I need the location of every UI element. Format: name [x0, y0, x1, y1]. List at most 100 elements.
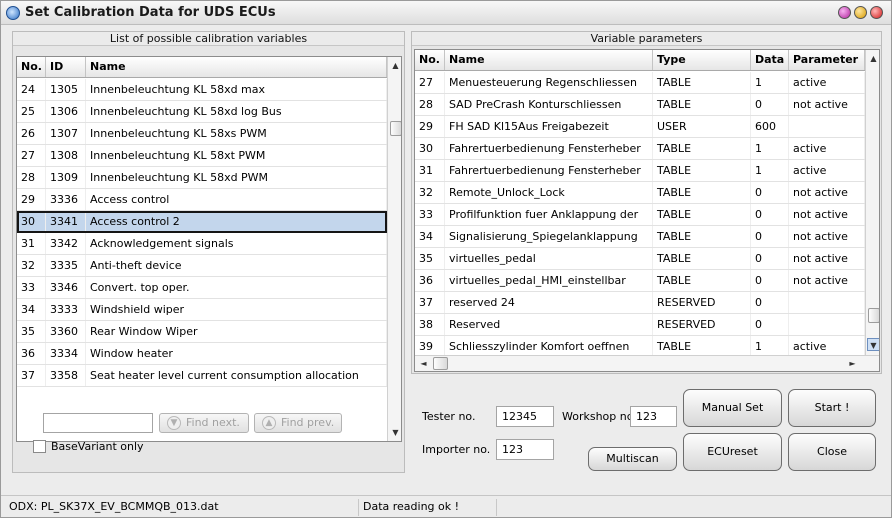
column-header-no[interactable]: No. — [415, 50, 445, 70]
cell-type: TABLE — [653, 160, 751, 181]
horizontal-scrollbar-thumb[interactable] — [433, 357, 448, 370]
base-variant-checkbox[interactable] — [33, 440, 46, 453]
table-row[interactable]: 28 SAD PreCrash Konturschliessen TABLE 0 not… — [415, 94, 865, 116]
cell-name: Innenbeleuchtung KL 58xd PWM — [86, 167, 387, 188]
maximize-button[interactable] — [854, 6, 867, 19]
cell-name: virtuelles_pedal — [445, 248, 653, 269]
scrollbar-thumb[interactable] — [868, 308, 879, 323]
table-row[interactable]: 29 3336 Access control — [17, 189, 387, 211]
cell-no: 31 — [17, 233, 46, 254]
scroll-up-icon[interactable]: ▲ — [389, 59, 401, 72]
cell-no: 30 — [415, 138, 445, 159]
cell-data: 0 — [751, 94, 789, 115]
table-row[interactable]: 24 1305 Innenbeleuchtung KL 58xd max — [17, 79, 387, 101]
cell-type: TABLE — [653, 182, 751, 203]
scrollbar-thumb[interactable] — [390, 121, 401, 136]
cell-no: 27 — [415, 72, 445, 93]
table-row[interactable]: 27 Menuesteuerung Regenschliessen TABLE 1 ac… — [415, 72, 865, 94]
table-row[interactable]: 30 Fahrertuerbedienung Fensterheber TABLE 1… — [415, 138, 865, 160]
cell-type: TABLE — [653, 270, 751, 291]
table-row[interactable]: 31 3342 Acknowledgement signals — [17, 233, 387, 255]
table-row[interactable]: 25 1306 Innenbeleuchtung KL 58xd log Bus — [17, 101, 387, 123]
cell-no: 28 — [17, 167, 46, 188]
table-row[interactable]: 34 3333 Windshield wiper — [17, 299, 387, 321]
cell-id: 3341 — [46, 211, 86, 232]
table-row[interactable]: 32 3335 Anti-theft device — [17, 255, 387, 277]
column-header-parameter[interactable]: Parameter — [789, 50, 865, 70]
start-button[interactable]: Start ! — [788, 389, 876, 427]
table-row[interactable]: 38 Reserved RESERVED 0 — [415, 314, 865, 336]
cell-id: 1307 — [46, 123, 86, 144]
scroll-up-icon[interactable]: ▲ — [867, 52, 879, 65]
column-header-name[interactable]: Name — [86, 57, 387, 77]
variable-parameters-panel: Variable parameters No. Name Type Data P… — [411, 31, 882, 374]
table-row[interactable]: 27 1308 Innenbeleuchtung KL 58xt PWM — [17, 145, 387, 167]
cell-type: TABLE — [653, 72, 751, 93]
cell-no: 32 — [17, 255, 46, 276]
cell-name: Innenbeleuchtung KL 58xd max — [86, 79, 387, 100]
tester-label: Tester no. — [422, 410, 476, 423]
right-vertical-scrollbar[interactable]: ▲ ▼ — [865, 50, 879, 355]
cell-param: active — [789, 160, 865, 181]
manual-set-button[interactable]: Manual Set — [683, 389, 782, 427]
cell-param — [789, 314, 865, 335]
find-next-label: Find next. — [186, 416, 240, 429]
table-row[interactable]: 34 Signalisierung_Spiegelanklappung TABLE 0… — [415, 226, 865, 248]
workshop-input[interactable]: 123 — [630, 406, 677, 427]
column-header-name[interactable]: Name — [445, 50, 653, 70]
column-header-data[interactable]: Data — [751, 50, 789, 70]
title-bar[interactable]: Set Calibration Data for UDS ECUs — [1, 1, 891, 25]
cell-name: Seat heater level current consumption al… — [86, 365, 387, 386]
scroll-down-icon[interactable]: ▼ — [867, 338, 879, 351]
close-button[interactable]: Close — [788, 433, 876, 471]
table-row[interactable]: 29 FH SAD Kl15Aus Freigabezeit USER 600 — [415, 116, 865, 138]
cell-name: Signalisierung_Spiegelanklappung — [445, 226, 653, 247]
cell-id: 3336 — [46, 189, 86, 210]
scroll-down-icon[interactable]: ▼ — [389, 426, 401, 439]
table-row[interactable]: 33 3346 Convert. top oper. — [17, 277, 387, 299]
main-window: Set Calibration Data for UDS ECUs List o… — [0, 0, 892, 518]
table-row[interactable]: 36 3334 Window heater — [17, 343, 387, 365]
ecureset-button[interactable]: ECUreset — [683, 433, 782, 471]
scroll-right-icon[interactable]: ► — [846, 357, 859, 370]
cell-type: TABLE — [653, 138, 751, 159]
base-variant-label: BaseVariant only — [51, 440, 144, 453]
table-row[interactable]: 35 3360 Rear Window Wiper — [17, 321, 387, 343]
cell-no: 25 — [17, 101, 46, 122]
column-header-type[interactable]: Type — [653, 50, 751, 70]
search-input[interactable] — [43, 413, 153, 433]
tester-input[interactable]: 12345 — [496, 406, 554, 427]
calibration-variables-panel: List of possible calibration variables N… — [12, 31, 405, 473]
minimize-button[interactable] — [838, 6, 851, 19]
table-row[interactable]: 33 Profilfunktion fuer Anklappung der TABL… — [415, 204, 865, 226]
close-window-button[interactable] — [870, 6, 883, 19]
cell-param: not active — [789, 226, 865, 247]
cell-name: Convert. top oper. — [86, 277, 387, 298]
right-horizontal-scrollbar[interactable]: ◄ ► — [415, 355, 879, 371]
table-row[interactable]: 35 virtuelles_pedal TABLE 0 not active — [415, 248, 865, 270]
cell-no: 30 — [17, 211, 46, 232]
table-row[interactable]: 28 1309 Innenbeleuchtung KL 58xd PWM — [17, 167, 387, 189]
table-row[interactable]: 32 Remote_Unlock_Lock TABLE 0 not active — [415, 182, 865, 204]
find-prev-button[interactable]: ▲ Find prev. — [254, 413, 342, 433]
cell-no: 24 — [17, 79, 46, 100]
cell-id: 3358 — [46, 365, 86, 386]
left-vertical-scrollbar[interactable]: ▲ ▼ — [387, 57, 401, 441]
table-row[interactable]: 36 virtuelles_pedal_HMI_einstellbar TABLE 0… — [415, 270, 865, 292]
table-row[interactable]: 37 3358 Seat heater level current consumpt… — [17, 365, 387, 387]
scroll-left-icon[interactable]: ◄ — [417, 357, 430, 370]
cell-id: 1308 — [46, 145, 86, 166]
importer-input[interactable]: 123 — [496, 439, 554, 460]
cell-param: not active — [789, 248, 865, 269]
find-next-button[interactable]: ▼ Find next. — [159, 413, 249, 433]
table-row[interactable]: 26 1307 Innenbeleuchtung KL 58xs PWM — [17, 123, 387, 145]
cell-id: 3333 — [46, 299, 86, 320]
multiscan-button[interactable]: Multiscan — [588, 447, 677, 471]
table-row[interactable]: 31 Fahrertuerbedienung Fensterheber TABLE 1… — [415, 160, 865, 182]
find-prev-label: Find prev. — [281, 416, 335, 429]
column-header-id[interactable]: ID — [46, 57, 86, 77]
table-header: No. Name Type Data Parameter — [415, 50, 865, 71]
table-row[interactable]: 30 3341 Access control 2 — [17, 211, 387, 233]
table-row[interactable]: 37 reserved 24 RESERVED 0 — [415, 292, 865, 314]
column-header-no[interactable]: No. — [17, 57, 46, 77]
